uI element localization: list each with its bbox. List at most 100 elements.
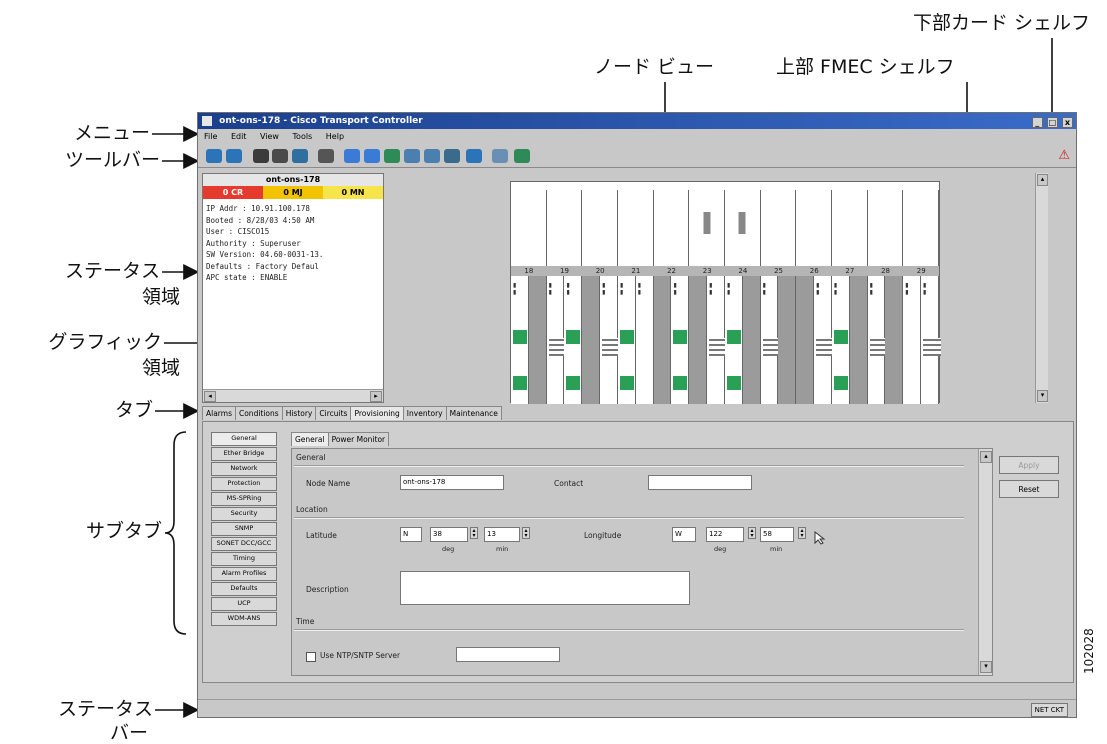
tab-history[interactable]: History <box>281 406 317 420</box>
forward-globe-icon[interactable] <box>226 149 242 163</box>
back-arrow-icon[interactable] <box>344 149 360 163</box>
card-slot[interactable]: ▮ ▮ <box>546 276 567 404</box>
tab-circuits[interactable]: Circuits <box>315 406 352 420</box>
node-name-field[interactable]: ont-ons-178 <box>400 475 504 490</box>
empty-slot[interactable] <box>528 276 547 404</box>
ntp-server-field[interactable] <box>456 647 560 662</box>
card-slot[interactable]: ▮ ▮ <box>814 276 835 404</box>
empty-slot[interactable] <box>885 276 904 404</box>
form-scrollbar[interactable]: ▴ ▾ <box>978 449 992 675</box>
longitude-degrees-field[interactable]: 122 <box>706 527 744 542</box>
latitude-direction-select[interactable]: N <box>400 527 422 542</box>
ntp-checkbox[interactable] <box>306 652 316 662</box>
export-icon[interactable] <box>292 149 308 163</box>
subtab-timing[interactable]: Timing <box>211 552 277 566</box>
tab-provisioning[interactable]: Provisioning <box>350 406 404 420</box>
fmec-slot[interactable] <box>618 190 654 266</box>
card-slot[interactable]: ▮ ▮ <box>724 276 743 404</box>
forward-arrow-icon[interactable] <box>364 149 380 163</box>
print-icon[interactable] <box>272 149 288 163</box>
home-icon[interactable] <box>404 149 420 163</box>
latitude-minutes-field[interactable]: 13 <box>484 527 520 542</box>
tab-inventory[interactable]: Inventory <box>402 406 447 420</box>
major-alarm-count[interactable]: 0 MJ <box>263 186 323 199</box>
tab-power-monitor[interactable]: Power Monitor <box>327 432 390 446</box>
apply-button[interactable]: Apply <box>999 456 1059 474</box>
longitude-direction-select[interactable]: W <box>672 527 696 542</box>
subtab-wdm-ans[interactable]: WDM-ANS <box>211 612 277 626</box>
empty-slot[interactable] <box>689 276 708 404</box>
fmec-slot[interactable] <box>511 190 547 266</box>
card-slot[interactable]: ▮ ▮ <box>671 276 690 404</box>
fmec-slot[interactable] <box>653 190 690 266</box>
fmec-slot[interactable] <box>760 190 797 266</box>
scroll-up-icon[interactable]: ▴ <box>980 451 992 463</box>
latitude-minutes-spinner[interactable]: ▴ ▾ <box>522 527 530 539</box>
fmec-slot[interactable] <box>582 190 619 266</box>
scroll-right-icon[interactable]: ▸ <box>370 391 382 402</box>
minor-alarm-count[interactable]: 0 MN <box>323 186 383 199</box>
fmec-slot[interactable] <box>796 190 833 266</box>
vertical-scrollbar[interactable]: ▴ ▾ <box>1035 173 1048 403</box>
lock-icon[interactable] <box>253 149 269 163</box>
card-slot[interactable]: ▮ ▮ <box>635 276 654 404</box>
subtab-alarm-profiles[interactable]: Alarm Profiles <box>211 567 277 581</box>
card-slot[interactable]: ▮ ▮ <box>564 276 583 404</box>
critical-alarm-count[interactable]: 0 CR <box>203 186 263 199</box>
help-icon[interactable] <box>514 149 530 163</box>
fmec-slot[interactable] <box>725 190 761 266</box>
card-slot[interactable]: ▮ ▮ <box>511 276 529 404</box>
tab-general[interactable]: General <box>291 432 329 446</box>
close-button[interactable]: x <box>1062 117 1073 128</box>
empty-slot[interactable] <box>778 276 797 404</box>
card-slot[interactable]: ▮ ▮ <box>867 276 888 404</box>
card-slot[interactable]: ▮ ▮ <box>760 276 781 404</box>
horizontal-scrollbar[interactable]: ◂ ▸ <box>203 389 383 402</box>
tab-maintenance[interactable]: Maintenance <box>445 406 502 420</box>
tab-alarms[interactable]: Alarms <box>202 406 236 420</box>
longitude-minutes-spinner[interactable]: ▴ ▾ <box>798 527 806 539</box>
subtab-ether-bridge[interactable]: Ether Bridge <box>211 447 277 461</box>
scroll-down-icon[interactable]: ▾ <box>980 661 992 673</box>
scroll-down-icon[interactable]: ▾ <box>1037 390 1048 402</box>
latitude-degrees-field[interactable]: 38 <box>430 527 468 542</box>
subtab-ms-spring[interactable]: MS-SPRing <box>211 492 277 506</box>
longitude-minutes-field[interactable]: 58 <box>760 527 794 542</box>
menu-edit[interactable]: Edit <box>231 132 247 141</box>
menu-file[interactable]: File <box>204 132 217 141</box>
subtab-protection[interactable]: Protection <box>211 477 277 491</box>
fmec-slot[interactable] <box>903 190 940 266</box>
network-icon[interactable] <box>424 149 440 163</box>
maximize-button[interactable]: □ <box>1046 117 1058 128</box>
fmec-slot[interactable] <box>832 190 868 266</box>
menu-tools[interactable]: Tools <box>293 132 313 141</box>
fmec-slot[interactable] <box>689 190 726 266</box>
fmec-slot[interactable] <box>546 190 583 266</box>
copy-icon[interactable] <box>318 149 334 163</box>
card-slot[interactable]: ▮ ▮ <box>831 276 850 404</box>
minimize-button[interactable]: _ <box>1031 117 1043 128</box>
contact-field[interactable] <box>648 475 752 490</box>
subtab-security[interactable]: Security <box>211 507 277 521</box>
longitude-degrees-spinner[interactable]: ▴ ▾ <box>748 527 756 539</box>
empty-slot[interactable] <box>582 276 601 404</box>
card-slot[interactable]: ▮ ▮ <box>921 276 942 404</box>
empty-slot[interactable] <box>796 276 815 404</box>
fmec-slot[interactable] <box>867 190 904 266</box>
subtab-defaults[interactable]: Defaults <box>211 582 277 596</box>
empty-slot[interactable] <box>742 276 761 404</box>
back-globe-icon[interactable] <box>206 149 222 163</box>
subtab-sonet-dcc[interactable]: SONET DCC/GCC <box>211 537 277 551</box>
globe-icon[interactable] <box>466 149 482 163</box>
card-slot[interactable]: ▮ ▮ <box>707 276 728 404</box>
subtab-network[interactable]: Network <box>211 462 277 476</box>
reset-button[interactable]: Reset <box>999 480 1059 498</box>
subtab-snmp[interactable]: SNMP <box>211 522 277 536</box>
card-slot[interactable]: ▮ ▮ <box>600 276 621 404</box>
subtab-general[interactable]: General <box>211 432 277 446</box>
description-field[interactable] <box>400 571 690 605</box>
fit-icon[interactable] <box>444 149 460 163</box>
card-slot[interactable]: ▮ ▮ <box>617 276 636 404</box>
scroll-left-icon[interactable]: ◂ <box>204 391 216 402</box>
menu-view[interactable]: View <box>260 132 279 141</box>
